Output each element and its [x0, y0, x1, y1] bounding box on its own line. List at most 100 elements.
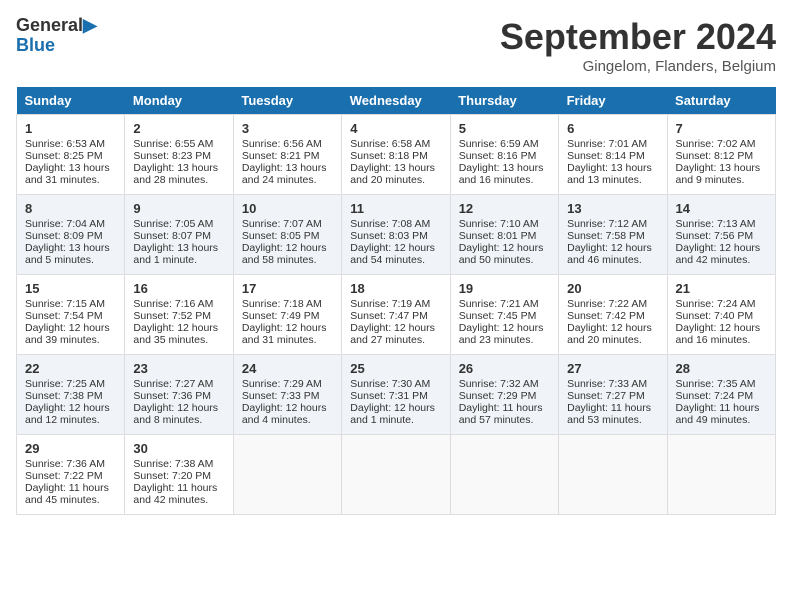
- calendar-day-23: 23Sunrise: 7:27 AMSunset: 7:36 PMDayligh…: [125, 355, 233, 435]
- day-info-line: and 39 minutes.: [25, 334, 116, 346]
- day-info-line: Daylight: 12 hours: [350, 242, 441, 254]
- calendar-day-4: 4Sunrise: 6:58 AMSunset: 8:18 PMDaylight…: [342, 115, 450, 195]
- day-info-line: Daylight: 12 hours: [242, 242, 333, 254]
- calendar-day-17: 17Sunrise: 7:18 AMSunset: 7:49 PMDayligh…: [233, 275, 341, 355]
- day-info-line: and 27 minutes.: [350, 334, 441, 346]
- title-block: September 2024 Gingelom, Flanders, Belgi…: [500, 16, 776, 75]
- day-info-line: Sunrise: 7:19 AM: [350, 298, 441, 310]
- day-info-line: and 28 minutes.: [133, 174, 224, 186]
- day-info-line: Sunrise: 7:12 AM: [567, 218, 658, 230]
- day-info-line: Daylight: 12 hours: [676, 322, 767, 334]
- day-info-line: Daylight: 12 hours: [350, 402, 441, 414]
- day-info-line: and 31 minutes.: [25, 174, 116, 186]
- day-number: 29: [25, 441, 116, 456]
- day-info-line: Sunrise: 7:35 AM: [676, 378, 767, 390]
- day-info-line: Sunrise: 7:10 AM: [459, 218, 550, 230]
- day-info-line: Daylight: 13 hours: [25, 242, 116, 254]
- day-info-line: and 8 minutes.: [133, 414, 224, 426]
- calendar-week-5: 29 Sunrise: 7:36 AMSunset: 7:22 PMDayligh…: [17, 435, 776, 515]
- calendar-day-14: 14Sunrise: 7:13 AMSunset: 7:56 PMDayligh…: [667, 195, 775, 275]
- day-number: 30: [133, 441, 224, 456]
- day-info-line: Sunset: 8:01 PM: [459, 230, 550, 242]
- day-info-line: Sunrise: 7:08 AM: [350, 218, 441, 230]
- calendar-week-2: 8Sunrise: 7:04 AMSunset: 8:09 PMDaylight…: [17, 195, 776, 275]
- day-info-line: and 54 minutes.: [350, 254, 441, 266]
- day-info-line: and 1 minute.: [350, 414, 441, 426]
- page-header: General▶ Blue September 2024 Gingelom, F…: [16, 16, 776, 75]
- day-info-line: Daylight: 12 hours: [25, 322, 116, 334]
- day-info-line: Sunset: 8:09 PM: [25, 230, 116, 242]
- day-info-line: Daylight: 13 hours: [133, 162, 224, 174]
- day-number: 4: [350, 121, 441, 136]
- day-info-line: and 53 minutes.: [567, 414, 658, 426]
- day-info-line: Sunset: 8:05 PM: [242, 230, 333, 242]
- month-title: September 2024: [500, 16, 776, 58]
- day-number: 17: [242, 281, 333, 296]
- day-info-line: Sunrise: 7:24 AM: [676, 298, 767, 310]
- day-number: 14: [676, 201, 767, 216]
- day-info-line: Sunset: 8:21 PM: [242, 150, 333, 162]
- day-header-thursday: Thursday: [450, 87, 558, 115]
- day-info-line: Sunrise: 7:30 AM: [350, 378, 441, 390]
- day-info-line: Daylight: 13 hours: [25, 162, 116, 174]
- day-number: 15: [25, 281, 116, 296]
- day-info-line: Sunrise: 7:13 AM: [676, 218, 767, 230]
- day-number: 1: [25, 121, 116, 136]
- day-info-line: and 42 minutes.: [133, 494, 224, 506]
- calendar-empty-cell: [342, 435, 450, 515]
- day-info-line: Daylight: 12 hours: [350, 322, 441, 334]
- day-header-sunday: Sunday: [17, 87, 125, 115]
- day-info-line: Sunset: 7:22 PM: [25, 470, 116, 482]
- calendar-empty-cell: [667, 435, 775, 515]
- day-info-line: Sunset: 8:18 PM: [350, 150, 441, 162]
- day-info-line: Sunset: 8:25 PM: [25, 150, 116, 162]
- calendar-day-30: 30Sunrise: 7:38 AMSunset: 7:20 PMDayligh…: [125, 435, 233, 515]
- day-number: 6: [567, 121, 658, 136]
- day-info-line: and 24 minutes.: [242, 174, 333, 186]
- day-number: 2: [133, 121, 224, 136]
- calendar-day-25: 25Sunrise: 7:30 AMSunset: 7:31 PMDayligh…: [342, 355, 450, 435]
- calendar-day-2: 2Sunrise: 6:55 AMSunset: 8:23 PMDaylight…: [125, 115, 233, 195]
- day-info-line: Daylight: 13 hours: [133, 242, 224, 254]
- calendar-week-1: 1Sunrise: 6:53 AMSunset: 8:25 PMDaylight…: [17, 115, 776, 195]
- day-info-line: Sunrise: 7:27 AM: [133, 378, 224, 390]
- day-number: 12: [459, 201, 550, 216]
- day-info-line: Sunrise: 7:05 AM: [133, 218, 224, 230]
- day-info-line: Sunrise: 6:53 AM: [25, 138, 116, 150]
- day-info-line: Sunrise: 6:58 AM: [350, 138, 441, 150]
- day-header-tuesday: Tuesday: [233, 87, 341, 115]
- day-info-line: Daylight: 11 hours: [25, 482, 116, 494]
- day-info-line: Sunrise: 6:55 AM: [133, 138, 224, 150]
- calendar-day-28: 28Sunrise: 7:35 AMSunset: 7:24 PMDayligh…: [667, 355, 775, 435]
- day-info-line: and 46 minutes.: [567, 254, 658, 266]
- day-number: 21: [676, 281, 767, 296]
- day-info-line: Daylight: 13 hours: [459, 162, 550, 174]
- day-info-line: Sunset: 7:56 PM: [676, 230, 767, 242]
- day-info-line: Sunrise: 7:25 AM: [25, 378, 116, 390]
- calendar-table: SundayMondayTuesdayWednesdayThursdayFrid…: [16, 87, 776, 515]
- day-number: 18: [350, 281, 441, 296]
- day-info-line: Daylight: 12 hours: [567, 322, 658, 334]
- calendar-body: 1Sunrise: 6:53 AMSunset: 8:25 PMDaylight…: [17, 115, 776, 515]
- day-number: 11: [350, 201, 441, 216]
- day-info-line: and 4 minutes.: [242, 414, 333, 426]
- day-info-line: Sunrise: 6:56 AM: [242, 138, 333, 150]
- day-info-line: Sunrise: 7:36 AM: [25, 458, 116, 470]
- logo-general: General: [16, 15, 83, 35]
- day-info-line: Sunset: 7:45 PM: [459, 310, 550, 322]
- day-number: 8: [25, 201, 116, 216]
- day-info-line: Sunset: 7:52 PM: [133, 310, 224, 322]
- day-info-line: Sunset: 7:58 PM: [567, 230, 658, 242]
- day-info-line: Sunset: 7:27 PM: [567, 390, 658, 402]
- day-info-line: and 20 minutes.: [567, 334, 658, 346]
- day-number: 25: [350, 361, 441, 376]
- day-number: 22: [25, 361, 116, 376]
- day-info-line: and 23 minutes.: [459, 334, 550, 346]
- day-info-line: and 42 minutes.: [676, 254, 767, 266]
- day-info-line: Sunset: 7:33 PM: [242, 390, 333, 402]
- day-info-line: Sunrise: 7:32 AM: [459, 378, 550, 390]
- calendar-empty-cell: [233, 435, 341, 515]
- day-number: 28: [676, 361, 767, 376]
- day-info-line: Daylight: 13 hours: [567, 162, 658, 174]
- day-number: 16: [133, 281, 224, 296]
